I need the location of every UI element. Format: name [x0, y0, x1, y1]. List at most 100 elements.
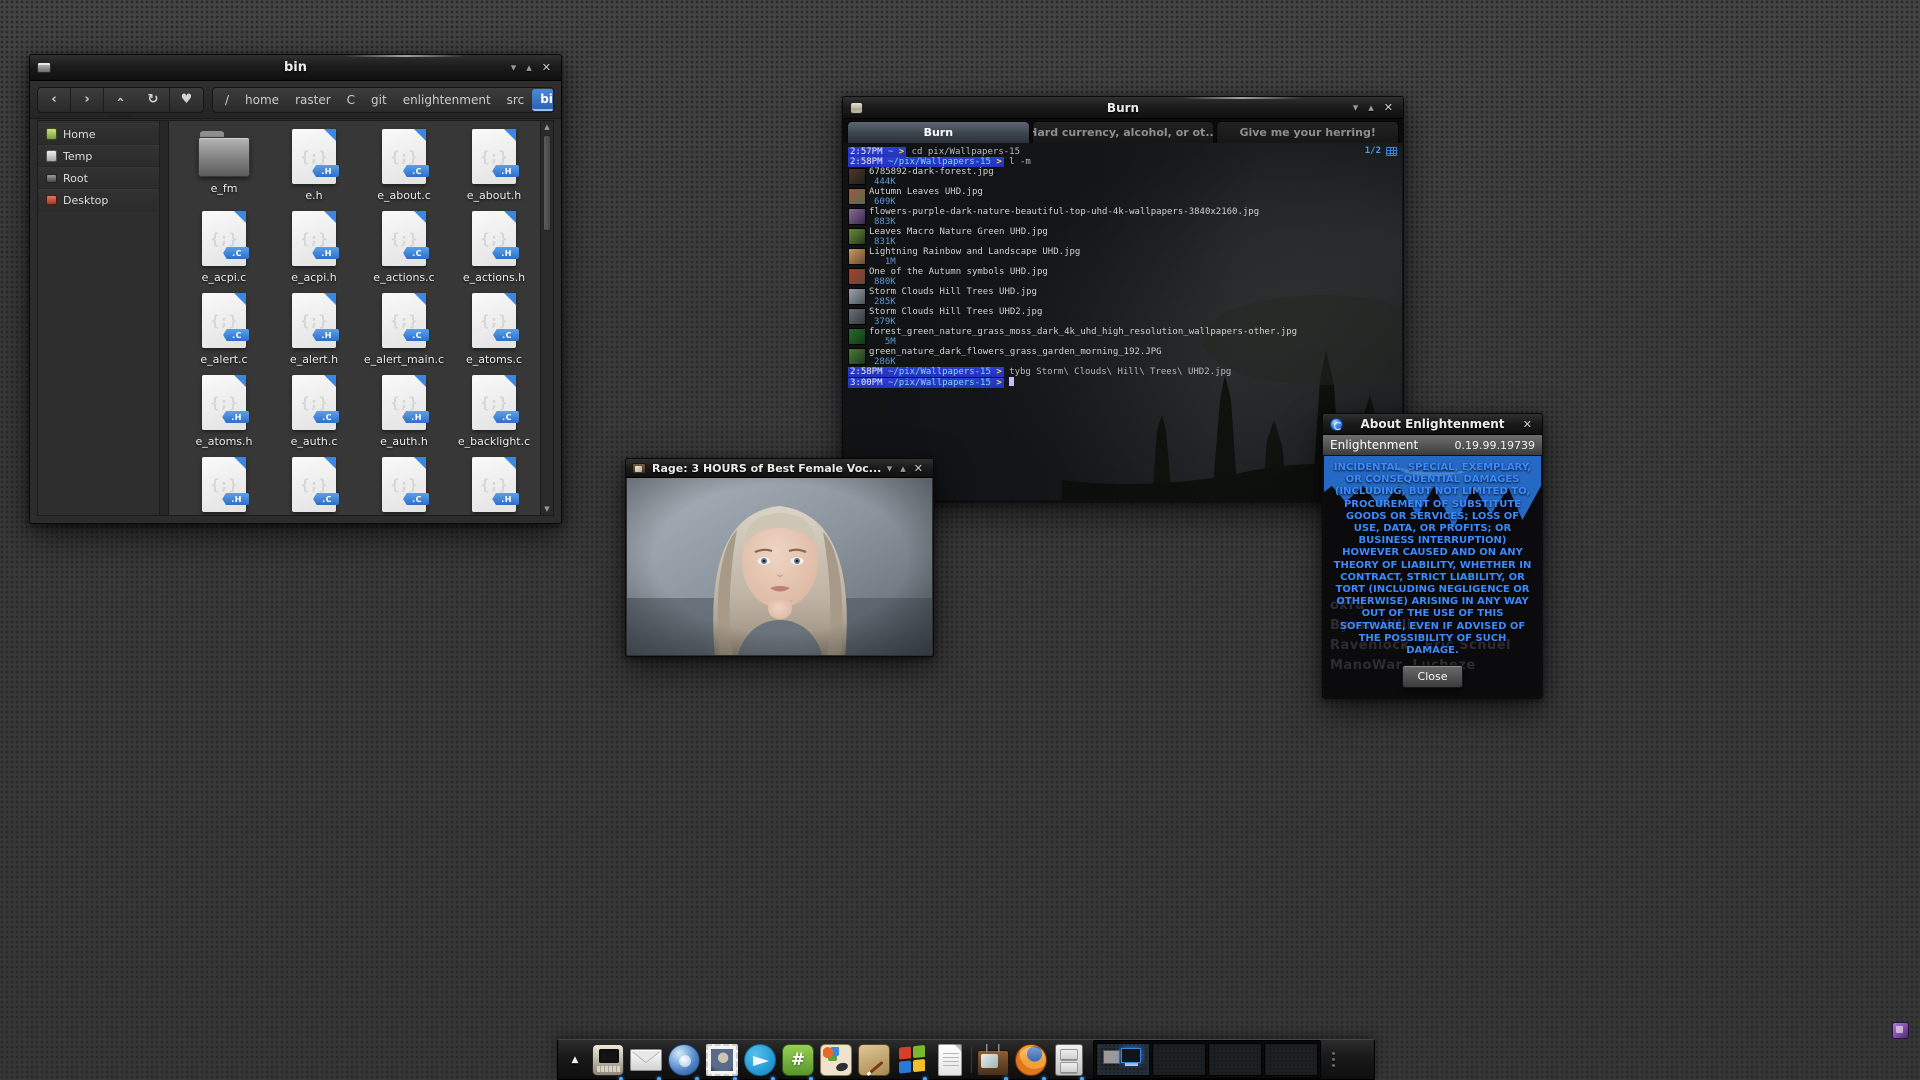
breadcrumb-item[interactable]: enlightenment: [395, 90, 499, 110]
file-scrollbar[interactable]: ▲ ▼: [540, 121, 553, 515]
file-item[interactable]: {;}.H e_actions.h: [449, 211, 539, 293]
shelf-divider: [971, 1047, 972, 1073]
file-thumbnail: [848, 248, 866, 265]
terminal-tab[interactable]: Burn: [847, 121, 1030, 143]
pager-desktop[interactable]: [1096, 1043, 1150, 1076]
scrollbar-thumb[interactable]: [543, 135, 551, 231]
shade-button[interactable]: ▾: [511, 62, 517, 73]
file-thumbnail: [848, 228, 866, 245]
fileman-window[interactable]: bin ▾ ▴ ✕ ‹ › ‹ ↻ ♥ / home raster C git: [29, 54, 562, 524]
sidebar-item[interactable]: Home: [38, 123, 159, 145]
refresh-icon[interactable]: ↻: [137, 88, 170, 112]
file-item[interactable]: {;}.H e_auth.h: [359, 375, 449, 457]
file-item[interactable]: {;}.H e_bg.h: [449, 457, 539, 515]
firefox-icon[interactable]: [1015, 1044, 1047, 1076]
sidebar-item[interactable]: Root: [38, 167, 159, 189]
video-window[interactable]: Rage: 3 HOURS of Best Female Voc... ▾ ▴ …: [625, 458, 934, 657]
video-frame[interactable]: [627, 478, 932, 655]
rage-icon[interactable]: [977, 1044, 1009, 1076]
close-button[interactable]: ✕: [1523, 419, 1532, 430]
file-grid-area[interactable]: e_fm {;}.H e.h {;}.C e_about.c {;}.H: [169, 121, 553, 515]
sidebar-item[interactable]: Temp: [38, 145, 159, 167]
telegram-icon[interactable]: [744, 1044, 776, 1076]
file-item[interactable]: {;}.H e_alert.h: [269, 293, 359, 375]
back-icon[interactable]: ‹: [38, 88, 71, 112]
file-item[interactable]: {;}.C e_backlight_ma: [269, 457, 359, 515]
up-icon[interactable]: ‹: [109, 83, 133, 116]
close-button[interactable]: ✕: [914, 463, 923, 474]
draw-app-icon[interactable]: [858, 1044, 890, 1076]
scroll-up-icon[interactable]: ▲: [541, 121, 553, 133]
file-item[interactable]: e_fm: [179, 129, 269, 211]
terminal-titlebar[interactable]: Burn ▾ ▴ ✕: [843, 97, 1403, 119]
shade-button[interactable]: ▾: [1353, 102, 1359, 113]
pager-desktop[interactable]: [1264, 1043, 1318, 1076]
terminal-tab[interactable]: Give me your herring!: [1216, 121, 1399, 143]
favorite-icon[interactable]: ♥: [170, 88, 203, 112]
file-item[interactable]: {;}.H e_backlight.h: [179, 457, 269, 515]
breadcrumb: / home raster C git enlightenment src bi…: [212, 87, 554, 113]
chromium-icon[interactable]: [668, 1044, 700, 1076]
file-item[interactable]: {;}.C e_backlight.c: [449, 375, 539, 457]
terminal-content[interactable]: 1/2 2:57PM ~ > cd pix/Wallpapers-15 2:58…: [844, 143, 1402, 500]
wine-icon[interactable]: [896, 1044, 928, 1076]
window-menu-icon[interactable]: [37, 62, 51, 73]
file-thumbnail: [848, 348, 866, 365]
pager-desktop[interactable]: [1152, 1043, 1206, 1076]
file-item[interactable]: {;}.H e_about.h: [449, 129, 539, 211]
paint-app-icon[interactable]: [820, 1044, 852, 1076]
raise-button[interactable]: ▴: [900, 463, 906, 474]
terminal-tab[interactable]: Hard currency, alcohol, or ot...: [1032, 121, 1215, 143]
close-button[interactable]: ✕: [542, 62, 551, 73]
file-item[interactable]: {;}.C e_bg.c: [359, 457, 449, 515]
about-titlebar[interactable]: About Enlightenment ✕: [1323, 414, 1542, 435]
document-app-icon[interactable]: [934, 1044, 966, 1076]
shade-button[interactable]: ▾: [887, 463, 893, 474]
close-button[interactable]: ✕: [1384, 102, 1393, 113]
file-thumbnail: [848, 168, 866, 185]
breadcrumb-item[interactable]: git: [363, 90, 395, 110]
file-item[interactable]: {;}.C e_about.c: [359, 129, 449, 211]
pager-desktop[interactable]: [1208, 1043, 1262, 1076]
shelf-handle[interactable]: [1328, 1052, 1339, 1067]
stamp-app-icon[interactable]: [706, 1044, 738, 1076]
sidebar-item[interactable]: Desktop: [38, 189, 159, 211]
file-item[interactable]: {;}.C e_alert.c: [179, 293, 269, 375]
sidebar-scrollbar[interactable]: [160, 121, 169, 515]
terminal-file-entry: Leaves Macro Nature Green UHD.jpg 831K: [848, 227, 1398, 247]
source-file-icon: {;}.C: [382, 293, 426, 348]
breadcrumb-item[interactable]: raster: [287, 90, 339, 110]
terminology-icon[interactable]: [592, 1044, 624, 1076]
breadcrumb-item[interactable]: home: [237, 90, 287, 110]
shelf-expand-icon[interactable]: ▲: [558, 1040, 592, 1079]
about-close-button[interactable]: Close: [1402, 665, 1464, 688]
terminal-file-entry: Lightning Rainbow and Landscape UHD.jpg …: [848, 247, 1398, 267]
hexchat-icon[interactable]: #: [782, 1044, 814, 1076]
terminal-window[interactable]: Burn ▾ ▴ ✕ Burn Hard currency, alcohol, …: [842, 96, 1404, 502]
about-dialog[interactable]: About Enlightenment ✕ Enlightenment 0.19…: [1322, 413, 1543, 699]
source-file-icon: {;}.H: [382, 375, 426, 430]
raise-button[interactable]: ▴: [1368, 102, 1374, 113]
systray-icon[interactable]: [1892, 1022, 1909, 1039]
video-titlebar[interactable]: Rage: 3 HOURS of Best Female Voc... ▾ ▴ …: [626, 459, 933, 478]
breadcrumb-item[interactable]: src: [499, 90, 533, 110]
scroll-down-icon[interactable]: ▼: [541, 503, 553, 515]
file-item[interactable]: {;}.C e_acpi.c: [179, 211, 269, 293]
file-item[interactable]: {;}.H e.h: [269, 129, 359, 211]
fileman-icon[interactable]: [1053, 1044, 1085, 1076]
raise-button[interactable]: ▴: [526, 62, 532, 73]
mail-icon[interactable]: [630, 1044, 662, 1076]
file-item[interactable]: {;}.H e_acpi.h: [269, 211, 359, 293]
file-item[interactable]: {;}.C e_actions.c: [359, 211, 449, 293]
source-file-icon: {;}.C: [472, 293, 516, 348]
breadcrumb-item[interactable]: bin: [532, 89, 554, 111]
source-file-icon: {;}.H: [292, 129, 336, 184]
breadcrumb-item[interactable]: /: [217, 90, 237, 110]
file-item[interactable]: {;}.C e_alert_main.c: [359, 293, 449, 375]
fileman-titlebar[interactable]: bin ▾ ▴ ✕: [30, 55, 561, 81]
file-item[interactable]: {;}.C e_auth.c: [269, 375, 359, 457]
file-item[interactable]: {;}.C e_atoms.c: [449, 293, 539, 375]
breadcrumb-item[interactable]: C: [339, 90, 363, 110]
forward-icon[interactable]: ›: [71, 88, 104, 112]
file-item[interactable]: {;}.H e_atoms.h: [179, 375, 269, 457]
